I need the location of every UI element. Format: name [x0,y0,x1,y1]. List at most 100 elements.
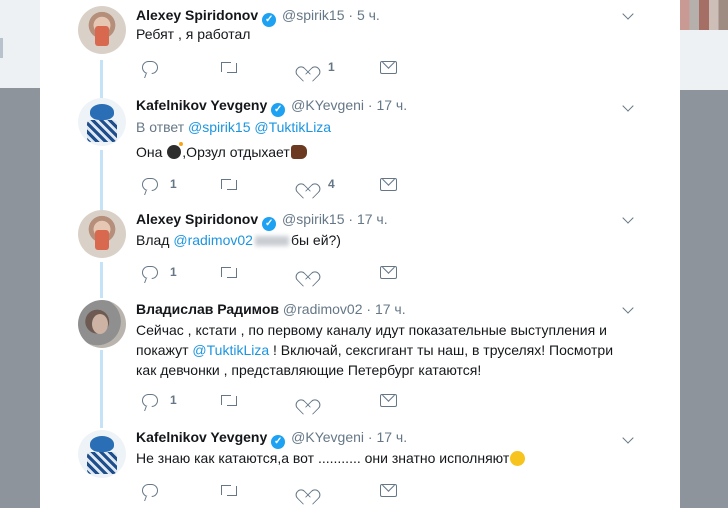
tweet[interactable]: Alexey Spiridonov ✓ @spirik15 · 5 ч. Ребя… [40,0,680,89]
bomb-emoji-icon [167,142,184,159]
separator-dot: · [348,7,354,23]
chevron-down-icon[interactable] [622,9,636,23]
timestamp[interactable]: 17 ч. [375,301,406,317]
separator-dot: · [367,429,373,445]
verified-badge-icon: ✓ [271,435,286,449]
direct-message-button[interactable] [380,262,397,282]
tweet-header: Alexey Spiridonov ✓ @spirik15 · 17 ч. [136,210,388,231]
like-count: 4 [328,177,335,191]
reply-count: 1 [170,393,177,407]
user-handle[interactable]: @radimov02 [283,301,363,317]
retweet-icon [220,177,238,191]
direct-message-button[interactable] [380,57,397,77]
tweet-header: Kafelnikov Yevgeny ✓ @KYevgeni · 17 ч. [136,428,407,449]
tweet-text: Не знаю как катаются,а вот ........... о… [136,448,636,468]
avatar[interactable] [78,300,126,348]
separator-dot: · [367,97,373,113]
user-handle[interactable]: @KYevgeni [291,429,364,445]
reply-icon [142,265,158,279]
reply-icon [142,483,158,497]
thread-line [100,200,103,210]
display-name[interactable]: Kafelnikov Yevgeny [136,97,267,113]
reply-button[interactable]: 1 [142,262,177,282]
timestamp[interactable]: 17 ч. [357,211,388,227]
tweet[interactable]: Alexey Spiridonov ✓ @spirik15 · 17 ч. Вла… [40,200,680,289]
background-page-left [0,0,40,88]
tweet-text: Сейчас , кстати , по первому каналу идут… [136,320,636,380]
reply-count: 1 [170,265,177,279]
chevron-down-icon[interactable] [622,433,636,447]
display-name[interactable]: Alexey Spiridonov [136,211,258,227]
retweet-button[interactable] [220,174,250,194]
retweet-icon [220,265,238,279]
avatar[interactable] [78,6,126,54]
retweet-button[interactable] [220,57,250,77]
retweet-button[interactable] [220,262,250,282]
like-button[interactable] [300,262,328,282]
reply-button[interactable] [142,57,170,77]
thread-line [100,60,103,88]
avatar[interactable] [78,430,126,478]
redacted-text [254,236,289,247]
retweet-icon [220,393,238,407]
like-count: 1 [328,60,335,74]
thread-line [100,288,103,298]
separator-dot: · [348,211,354,227]
chevron-down-icon[interactable] [622,101,636,115]
background-page-right [680,30,728,90]
avatar[interactable] [78,98,126,146]
display-name[interactable]: Kafelnikov Yevgeny [136,429,267,445]
retweet-button[interactable] [220,390,250,410]
direct-message-button[interactable] [380,174,397,194]
user-handle[interactable]: @KYevgeni [291,97,364,113]
direct-message-button[interactable] [380,480,397,500]
tweet[interactable]: Владислав Радимов @radimov02 · 17 ч. Сей… [40,288,680,419]
chevron-down-icon[interactable] [622,213,636,227]
tweet-text-part: Она [136,144,167,160]
envelope-icon [380,265,397,279]
tweet[interactable]: Kafelnikov Yevgeny ✓ @KYevgeni · 17 ч. Не… [40,418,680,508]
envelope-icon [380,177,397,191]
tweet-text-part: Влад [136,232,174,248]
envelope-icon [380,483,397,497]
user-handle[interactable]: @spirik15 [282,7,344,23]
tweet[interactable]: Kafelnikov Yevgeny ✓ @KYevgeni · 17 ч. В … [40,88,680,201]
mention-link[interactable]: @spirik15 [188,119,250,135]
thread-line [100,150,103,200]
like-button[interactable] [300,480,328,500]
timestamp[interactable]: 5 ч. [357,7,380,23]
display-name[interactable]: Владислав Радимов [136,301,279,317]
tweet-header: Владислав Радимов @radimov02 · 17 ч. [136,300,406,318]
display-name[interactable]: Alexey Spiridonov [136,7,258,23]
reply-context: В ответ @spirik15 @TuktikLiza [136,118,331,136]
reply-icon [142,177,158,191]
mention-link[interactable]: @TuktikLiza [254,119,331,135]
heart-icon [300,60,316,74]
mention-link[interactable]: @TuktikLiza [192,342,269,358]
reply-icon [142,393,158,407]
timestamp[interactable]: 17 ч. [376,429,407,445]
like-button[interactable]: 4 [300,174,335,194]
direct-message-button[interactable] [380,390,397,410]
separator-dot: · [366,301,372,317]
user-handle[interactable]: @spirik15 [282,211,344,227]
reply-button[interactable]: 1 [142,174,177,194]
like-button[interactable] [300,390,328,410]
avatar[interactable] [78,210,126,258]
tweet-text-part: ,Орзул отдыхает [182,144,290,160]
tweet-text: Она ,Орзул отдыхает [136,142,636,162]
heart-icon [300,177,316,191]
like-button[interactable]: 1 [300,57,335,77]
thread-line [100,418,103,428]
heart-icon [300,393,316,407]
envelope-icon [380,393,397,407]
timestamp[interactable]: 17 ч. [376,97,407,113]
chevron-down-icon[interactable] [622,303,636,317]
reply-button[interactable]: 1 [142,390,177,410]
background-image-strip [680,0,728,30]
retweet-icon [220,483,238,497]
reply-icon [142,60,158,74]
reply-button[interactable] [142,480,170,500]
retweet-button[interactable] [220,480,250,500]
mention-link[interactable]: @radimov02 [173,232,253,248]
